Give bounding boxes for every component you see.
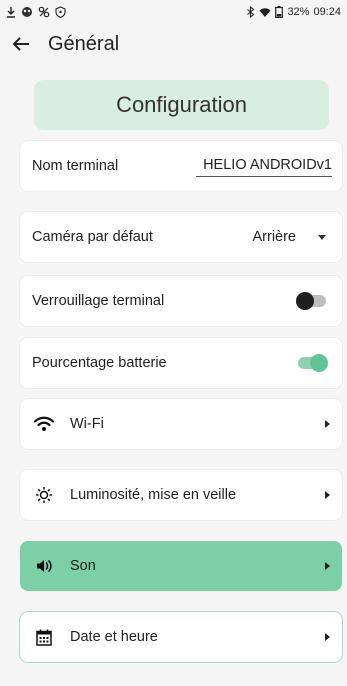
battery-percentage-row: Pourcentage batterie: [20, 338, 342, 388]
nav-item-sound[interactable]: Son: [20, 541, 342, 591]
nav-item-datetime[interactable]: Date et heure: [20, 612, 342, 662]
arrow-back-icon: [12, 37, 29, 51]
default-camera-row: Caméra par défaut Arrière: [20, 212, 342, 262]
wifi-icon: [32, 412, 56, 436]
download-icon: [6, 6, 16, 18]
status-left: [6, 6, 66, 18]
nav-item-wifi[interactable]: Wi-Fi: [20, 399, 342, 449]
clock: 09:24: [313, 6, 341, 18]
nav-item-datetime-label: Date et heure: [70, 629, 158, 645]
terminal-name-input[interactable]: [196, 155, 332, 177]
chevron-right-icon: [325, 633, 330, 641]
wifi-signal-icon: [259, 7, 271, 18]
nav-item-wifi-label: Wi-Fi: [70, 416, 104, 432]
dropdown-arrow-icon: [318, 234, 326, 240]
app-notification-icon: [21, 6, 33, 18]
toggle-thumb: [310, 354, 328, 372]
speaker-icon: [32, 554, 56, 578]
battery-percentage-toggle[interactable]: [296, 353, 328, 373]
bluetooth-icon: [246, 6, 255, 18]
shield-icon: [55, 6, 66, 18]
calendar-icon: [32, 625, 56, 649]
terminal-lock-label: Verrouillage terminal: [32, 293, 165, 309]
terminal-name-row: Nom terminal: [20, 141, 342, 191]
default-camera-select[interactable]: Arrière: [252, 229, 332, 245]
battery-percent: 32%: [287, 6, 310, 18]
nav-item-brightness[interactable]: Luminosité, mise en veille: [20, 470, 342, 520]
app-bar: Général: [0, 26, 347, 62]
terminal-lock-toggle[interactable]: [296, 291, 326, 311]
nav-item-sound-label: Son: [70, 558, 96, 574]
terminal-name-label: Nom terminal: [32, 158, 119, 174]
battery-icon: [275, 6, 284, 18]
chevron-right-icon: [325, 491, 330, 499]
battery-percentage-label: Pourcentage batterie: [32, 355, 167, 371]
terminal-lock-row: Verrouillage terminal: [20, 276, 342, 326]
brightness-icon: [32, 483, 56, 507]
toggle-thumb: [296, 292, 314, 310]
configuration-header: Configuration: [34, 80, 329, 130]
page-title: Général: [48, 32, 120, 55]
default-camera-label: Caméra par défaut: [32, 229, 153, 245]
status-right: 32% 09:24: [246, 6, 341, 18]
status-bar: 32% 09:24: [0, 0, 347, 24]
link-icon: [38, 6, 50, 18]
nav-item-brightness-label: Luminosité, mise en veille: [70, 487, 237, 503]
default-camera-value: Arrière: [252, 229, 296, 245]
back-button[interactable]: [8, 31, 34, 57]
chevron-right-icon: [325, 562, 330, 570]
configuration-title: Configuration: [116, 92, 247, 117]
chevron-right-icon: [325, 420, 330, 428]
